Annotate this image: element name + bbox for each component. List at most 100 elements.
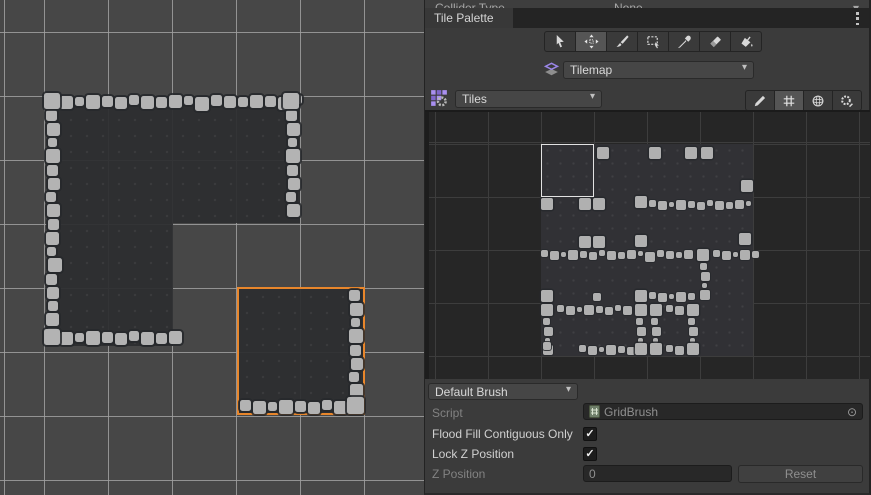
- tile-block: [658, 201, 667, 210]
- tile-block: [739, 233, 751, 245]
- selected-palette-cell[interactable]: [541, 144, 594, 197]
- palette-tool-gizmos-button[interactable]: [804, 91, 832, 110]
- tab-bar: Tile Palette: [425, 8, 869, 28]
- tile-block: [637, 327, 646, 336]
- tile-block: [645, 252, 655, 262]
- reset-button[interactable]: Reset: [738, 465, 863, 483]
- tile-block: [675, 346, 684, 355]
- tile-block: [623, 306, 632, 315]
- tile-block: [240, 400, 251, 411]
- tile-block: [60, 96, 73, 109]
- tile-block: [635, 343, 647, 355]
- chevron-down-icon: ▾: [566, 384, 571, 395]
- script-object-field[interactable]: GridBrush ⊙: [583, 403, 863, 420]
- chevron-down-icon: ▾: [590, 91, 595, 102]
- tile-block: [599, 347, 604, 352]
- tile-block: [589, 252, 597, 260]
- tile-block: [286, 192, 296, 202]
- z-position-input[interactable]: 0: [583, 465, 732, 482]
- tile-block: [46, 232, 59, 245]
- flood-fill-checkbox[interactable]: ✓: [583, 427, 597, 441]
- tile-block: [543, 318, 550, 325]
- tilemap-dropdown[interactable]: Tilemap ▾: [563, 61, 754, 79]
- tool-select-button[interactable]: [545, 32, 575, 51]
- tile-block: [351, 318, 360, 327]
- tile-block: [687, 304, 699, 316]
- tilemap-lower: [47, 223, 173, 346]
- palette-dropdown[interactable]: Tiles ▾: [455, 90, 602, 108]
- tile-block: [666, 345, 673, 352]
- tile-block: [651, 318, 658, 325]
- eraser-icon: [708, 34, 723, 49]
- tile-block: [627, 250, 636, 259]
- brush-dropdown[interactable]: Default Brush ▾: [428, 383, 578, 400]
- tile-block: [141, 332, 154, 345]
- tile-block: [115, 97, 127, 109]
- tile-block: [649, 292, 656, 299]
- lock-z-checkbox[interactable]: ✓: [583, 447, 597, 461]
- flood-fill-label: Flood Fill Contiguous Only: [432, 426, 573, 442]
- tile-block: [607, 251, 616, 260]
- select-cursor-icon: [553, 34, 568, 49]
- gear-edit-icon: [840, 94, 854, 108]
- tile-block: [636, 318, 643, 325]
- tile-block: [543, 342, 551, 350]
- tile-block: [669, 294, 674, 299]
- tile-block: [741, 180, 753, 192]
- palette-tool-edit-button[interactable]: [746, 91, 774, 110]
- palette-tool-grid-button[interactable]: [775, 91, 803, 110]
- tile-block: [238, 97, 248, 107]
- tile-block: [541, 198, 553, 210]
- tile-block: [46, 313, 59, 326]
- tilemap-layers-icon: [543, 61, 561, 79]
- tile-block: [638, 251, 643, 256]
- palette-grid-view[interactable]: [425, 110, 870, 379]
- tile-block: [48, 138, 57, 147]
- tool-paint-button[interactable]: [607, 32, 637, 51]
- tile-block: [715, 201, 724, 210]
- palette-toolbar: [745, 90, 862, 111]
- tile-block: [722, 251, 731, 260]
- tile-block: [287, 204, 300, 217]
- tile-block: [115, 333, 127, 345]
- tool-fill-button[interactable]: [731, 32, 761, 51]
- tile-block: [666, 251, 674, 259]
- tool-pick-button[interactable]: [669, 32, 699, 51]
- tool-box-fill-button[interactable]: [638, 32, 668, 51]
- tile-block: [652, 327, 661, 336]
- tile-block: [588, 346, 597, 355]
- tile-block: [541, 250, 548, 257]
- scene-view[interactable]: [0, 0, 424, 495]
- z-position-label: Z Position: [432, 466, 485, 482]
- tool-erase-button[interactable]: [700, 32, 730, 51]
- tile-block: [649, 147, 661, 159]
- paint-preview: [237, 287, 365, 415]
- eyedropper-icon: [677, 34, 692, 49]
- tile-block: [687, 343, 699, 355]
- tile-block: [169, 331, 182, 344]
- tile-block: [707, 200, 713, 206]
- tile-block: [288, 138, 297, 147]
- tab-tile-palette[interactable]: Tile Palette: [425, 8, 513, 28]
- tile-block: [156, 333, 167, 344]
- tile-block: [75, 97, 84, 106]
- tile-block: [676, 252, 682, 258]
- object-picker-icon[interactable]: ⊙: [847, 404, 857, 420]
- paint-toolbar: [544, 31, 762, 52]
- tile-palette-grid-icon: [430, 89, 448, 107]
- tile-block: [550, 251, 559, 260]
- tile-palette-panel: Collider Type None ▾ Tile Palette: [424, 0, 871, 495]
- tile-block: [599, 250, 605, 256]
- palette-tool-settings-button[interactable]: [833, 91, 861, 110]
- window-menu-kebab-icon[interactable]: [856, 12, 860, 25]
- tile-block: [287, 165, 298, 176]
- tile-block: [86, 331, 100, 345]
- tool-move-button[interactable]: [576, 32, 606, 51]
- tile-block: [593, 198, 605, 210]
- tile-block: [689, 327, 698, 336]
- tile-block: [746, 201, 751, 206]
- tile-block: [685, 147, 697, 159]
- palette-dropdown-value: Tiles: [462, 92, 487, 106]
- tile-block: [627, 347, 635, 355]
- tile-block: [350, 303, 363, 316]
